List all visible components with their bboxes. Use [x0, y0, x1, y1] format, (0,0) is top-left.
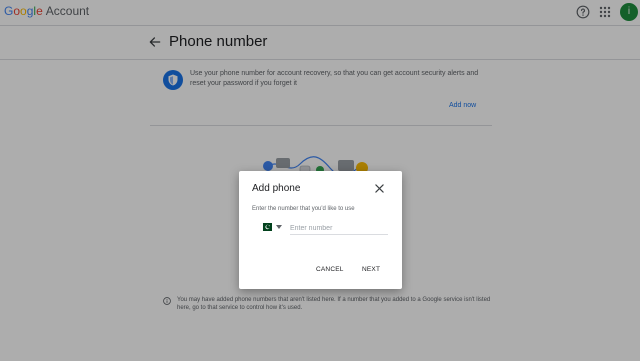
add-phone-dialog: Add phone Enter the number that you'd li… — [239, 171, 402, 289]
cancel-button[interactable]: CANCEL — [316, 266, 344, 273]
pakistan-flag-icon[interactable] — [260, 223, 272, 231]
chevron-down-icon[interactable] — [276, 225, 282, 229]
dialog-instructions: Enter the number that you'd like to use — [252, 206, 355, 212]
next-button[interactable]: NEXT — [362, 266, 380, 273]
phone-number-input[interactable] — [290, 222, 388, 235]
close-icon[interactable] — [375, 184, 384, 193]
dialog-title: Add phone — [252, 183, 301, 194]
